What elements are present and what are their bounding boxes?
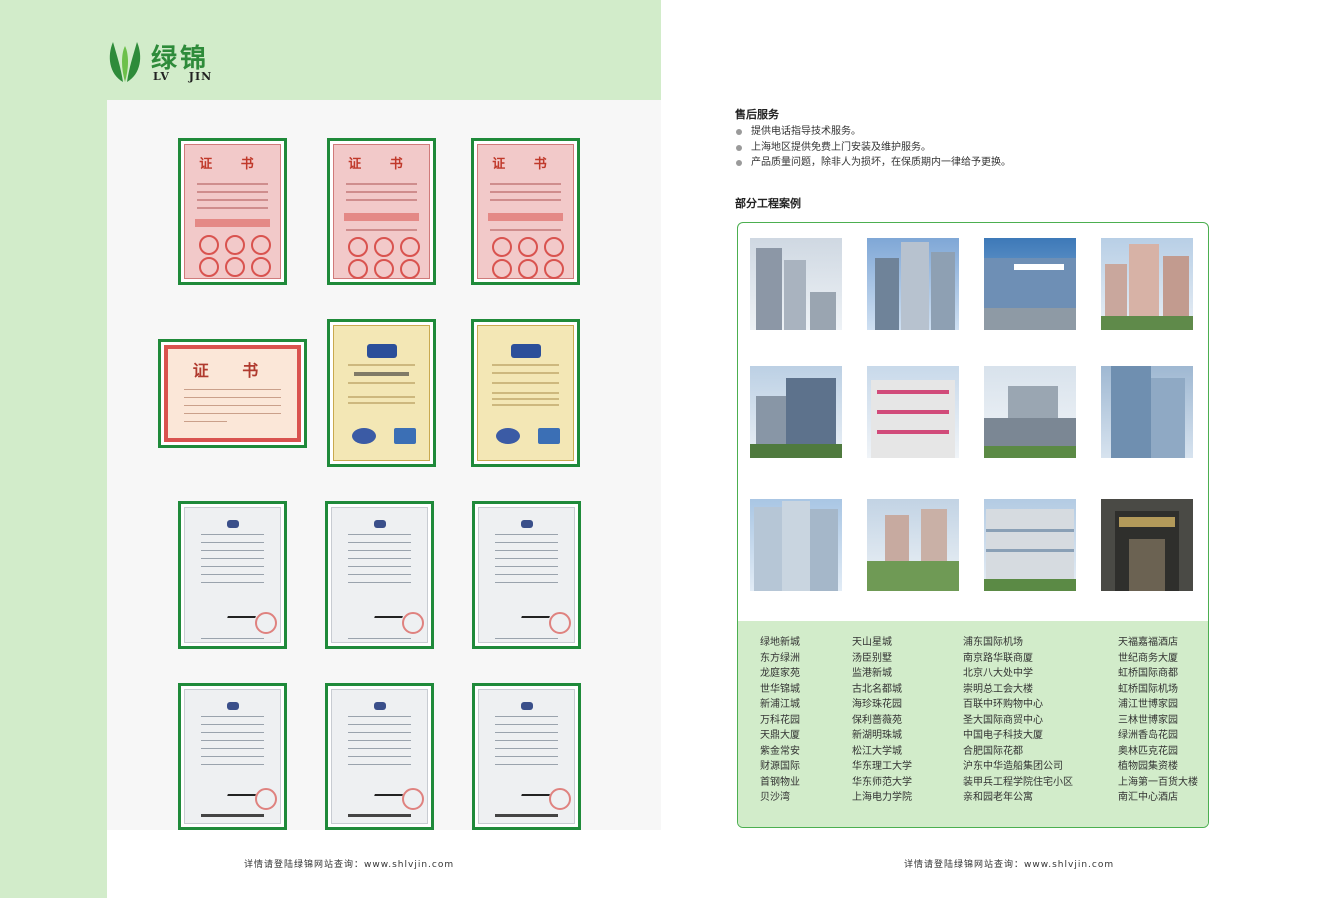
certificate-title: 证 书 <box>192 361 273 380</box>
project-photo <box>984 499 1076 591</box>
after-sales-item: 上海地区提供免费上门安装及维护服务。 <box>735 140 1011 156</box>
logo-english-name: LV JIN <box>153 70 213 83</box>
header-band <box>0 0 661 100</box>
product-certificate-6 <box>472 683 581 830</box>
after-sales-item: 提供电话指导技术服务。 <box>735 124 1011 140</box>
project-name: 古北名都城 <box>852 683 902 695</box>
project-name: 世纪商务大厦 <box>1118 652 1178 664</box>
certificate-landscape: 证 书 <box>158 339 307 448</box>
project-name: 装甲兵工程学院住宅小区 <box>963 776 1073 788</box>
project-name: 虹桥国际机场 <box>1118 683 1178 695</box>
project-name: 浦东国际机场 <box>963 637 1023 648</box>
project-name: 浦江世博家园 <box>1118 699 1178 710</box>
projects-title: 部分工程案例 <box>735 197 801 210</box>
project-name: 上海第一百货大楼 <box>1118 776 1198 788</box>
project-name: 奥林匹克花园 <box>1118 745 1178 757</box>
project-name: 中国电子科技大厦 <box>963 730 1043 741</box>
product-certificate-5 <box>325 683 434 830</box>
footer-website-left: 详情请登陆绿锦网站查询：www.shlvjin.com <box>244 860 455 870</box>
project-name: 贝沙湾 <box>760 792 790 803</box>
project-photo <box>1101 238 1193 330</box>
project-name: 北京八大处中学 <box>963 668 1033 679</box>
project-photo <box>750 238 842 330</box>
project-name: 首钢物业 <box>760 776 800 788</box>
project-name: 万科花园 <box>760 714 800 726</box>
project-name: 三林世博家园 <box>1118 714 1178 726</box>
project-name: 世华锦城 <box>760 683 800 695</box>
project-name: 华东理工大学 <box>852 761 912 772</box>
project-name: 监港新城 <box>852 668 892 679</box>
project-photo <box>867 366 959 458</box>
brand-logo: 绿锦 LV JIN <box>105 38 225 88</box>
certificate-iso-2 <box>471 319 580 467</box>
project-column-3: 浦东国际机场 南京路华联商厦 北京八大处中学 崇明总工会大楼 百联中环购物中心 … <box>963 635 1073 806</box>
project-name: 天鼎大厦 <box>760 730 800 741</box>
product-certificate-3 <box>472 501 581 649</box>
projects-list: 绿地新城 东方绿洲 龙庭家苑 世华锦城 新浦江城 万科花园 天鼎大厦 紫金常安 … <box>738 621 1208 827</box>
project-name: 绿地新城 <box>760 637 800 648</box>
certificate-award-3: 证 书 <box>471 138 580 285</box>
certificate-title: 证 书 <box>492 157 559 172</box>
product-certificate-1 <box>178 501 287 649</box>
project-name: 沪东中华造船集团公司 <box>963 761 1063 772</box>
project-photo <box>984 238 1076 330</box>
project-name: 百联中环购物中心 <box>963 699 1043 710</box>
leaf-logo-icon <box>109 42 141 82</box>
project-name: 紫金常安 <box>760 745 800 757</box>
project-name: 南京路华联商厦 <box>963 652 1033 664</box>
project-name: 海珍珠花园 <box>852 699 902 710</box>
product-certificate-4 <box>178 683 287 830</box>
project-name: 财源国际 <box>760 761 800 772</box>
after-sales-title: 售后服务 <box>735 108 779 121</box>
certificate-iso-1 <box>327 319 436 467</box>
certificate-award-1: 证 书 <box>178 138 287 285</box>
project-column-2: 天山星城 汤臣别墅 监港新城 古北名都城 海珍珠花园 保利蔷薇苑 新湖明珠城 松… <box>852 635 912 806</box>
after-sales-item: 产品质量问题，除非人为损坏，在保质期内一律给予更换。 <box>735 155 1011 171</box>
project-name: 新湖明珠城 <box>852 730 902 741</box>
project-name: 南汇中心酒店 <box>1118 792 1178 803</box>
projects-box: 绿地新城 东方绿洲 龙庭家苑 世华锦城 新浦江城 万科花园 天鼎大厦 紫金常安 … <box>737 222 1209 828</box>
project-name: 崇明总工会大楼 <box>963 683 1033 695</box>
certificate-title: 证 书 <box>348 157 415 172</box>
project-name: 天山星城 <box>852 637 892 648</box>
product-certificate-2 <box>325 501 434 649</box>
project-photo <box>867 499 959 591</box>
project-name: 虹桥国际商都 <box>1118 668 1178 679</box>
side-strip <box>0 100 107 898</box>
project-name: 龙庭家苑 <box>760 668 800 679</box>
project-name: 华东师范大学 <box>852 776 912 788</box>
project-photo <box>1101 366 1193 458</box>
project-name: 植物园集资楼 <box>1118 761 1178 772</box>
project-photo <box>750 366 842 458</box>
project-name: 保利蔷薇苑 <box>852 714 902 726</box>
project-name: 汤臣别墅 <box>852 652 892 664</box>
footer-website-right: 详情请登陆绿锦网站查询：www.shlvjin.com <box>904 860 1115 870</box>
project-photo <box>750 499 842 591</box>
after-sales-list: 提供电话指导技术服务。 上海地区提供免费上门安装及维护服务。 产品质量问题，除非… <box>735 124 1011 171</box>
project-photo <box>1101 499 1193 591</box>
certificate-title: 证 书 <box>199 157 266 172</box>
certificate-award-2: 证 书 <box>327 138 436 285</box>
project-column-4: 天福嘉福酒店 世纪商务大厦 虹桥国际商都 虹桥国际机场 浦江世博家园 三林世博家… <box>1118 635 1198 806</box>
project-name: 上海电力学院 <box>852 792 912 803</box>
project-name: 东方绿洲 <box>760 652 800 664</box>
project-name: 圣大国际商贸中心 <box>963 714 1043 726</box>
project-name: 天福嘉福酒店 <box>1118 637 1178 648</box>
project-photo <box>867 238 959 330</box>
project-column-1: 绿地新城 东方绿洲 龙庭家苑 世华锦城 新浦江城 万科花园 天鼎大厦 紫金常安 … <box>760 635 800 806</box>
project-name: 绿洲香岛花园 <box>1118 730 1178 741</box>
project-name: 合肥国际花都 <box>963 745 1023 757</box>
project-photo <box>984 366 1076 458</box>
project-name: 亲和园老年公寓 <box>963 792 1033 803</box>
project-name: 新浦江城 <box>760 699 800 710</box>
project-name: 松江大学城 <box>852 745 902 757</box>
